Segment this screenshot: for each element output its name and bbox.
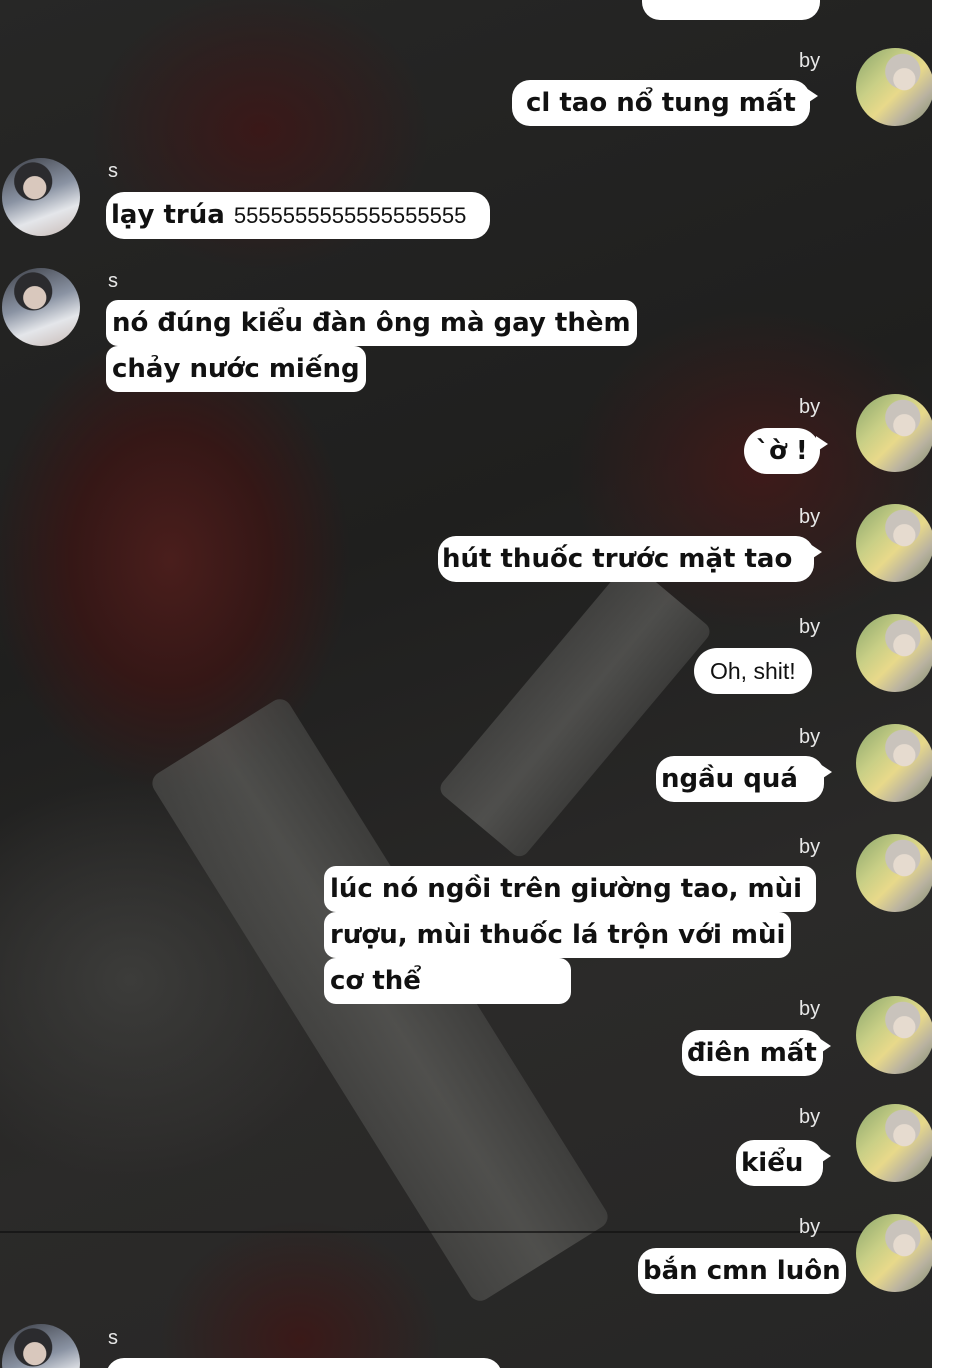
- sender-name: by: [799, 726, 821, 748]
- sender-name: by: [799, 1216, 821, 1238]
- sender-name: by: [799, 998, 821, 1020]
- message-text: hút thuốc trước mặt tao: [442, 544, 793, 574]
- background-cigarette-pack: [436, 559, 714, 861]
- message-text: bắn cmn luôn: [643, 1256, 841, 1286]
- sender-name: s: [108, 270, 118, 292]
- sender-name: by: [799, 50, 821, 72]
- sender-name: by: [799, 396, 821, 418]
- message-bubble[interactable]: hút thuốc trước mặt tao: [438, 536, 823, 582]
- message-bubble[interactable]: lạy trúa 5555555555555555555: [106, 192, 491, 239]
- user-avatar[interactable]: [856, 1214, 932, 1292]
- message-bubble[interactable]: kiểu: [736, 1140, 832, 1186]
- chat-screen: by cl tao nổ tung mất s lạy trúa 5555555…: [0, 0, 932, 1368]
- sender-name: by: [799, 1106, 821, 1128]
- message-line: nó đúng kiểu đàn ông mà gay thèm: [106, 300, 637, 346]
- message-line: rượu, mùi thuốc lá trộn với mùi: [324, 912, 792, 958]
- message-text: kiểu: [741, 1148, 804, 1178]
- sender-name: s: [108, 160, 118, 182]
- message-bubble[interactable]: `ờ !: [744, 428, 828, 474]
- message-bubble[interactable]: [106, 1358, 502, 1368]
- message-line: cơ thể: [324, 958, 571, 1004]
- sender-name: by: [799, 836, 821, 858]
- user-avatar[interactable]: [856, 724, 932, 802]
- message-text: `ờ !: [756, 436, 808, 466]
- message-bubble[interactable]: cl tao nổ tung mất: [512, 80, 818, 126]
- message-laugh-text: 5555555555555555555: [233, 203, 467, 228]
- page-divider: [0, 1231, 932, 1233]
- message-line: lúc nó ngồi trên giường tao, mùi: [324, 866, 817, 912]
- user-avatar[interactable]: [856, 48, 932, 126]
- message-bubble[interactable]: nó đúng kiểu đàn ông mà gay thèm chảy nư…: [106, 300, 637, 392]
- contact-avatar[interactable]: [2, 158, 80, 236]
- message-bubble[interactable]: lúc nó ngồi trên giường tao, mùi rượu, m…: [324, 866, 817, 1004]
- message-bubble[interactable]: bắn cmn luôn: [638, 1248, 846, 1294]
- message-text: ngầu quá: [661, 764, 798, 794]
- message-text: điên mất: [687, 1038, 817, 1068]
- sender-name: by: [799, 616, 821, 638]
- user-avatar[interactable]: [856, 504, 932, 582]
- message-text: Oh, shit!: [710, 658, 796, 684]
- message-bubble[interactable]: điên mất: [682, 1030, 831, 1076]
- sender-name: s: [108, 1327, 118, 1349]
- message-line: chảy nước miếng: [106, 346, 366, 392]
- message-text: cl tao nổ tung mất: [526, 88, 796, 118]
- user-avatar[interactable]: [856, 614, 932, 692]
- contact-avatar[interactable]: [2, 268, 80, 346]
- sender-name: by: [799, 506, 821, 528]
- user-avatar[interactable]: [856, 1104, 932, 1182]
- contact-avatar[interactable]: [2, 1324, 80, 1368]
- user-avatar[interactable]: [856, 834, 932, 912]
- message-bubble[interactable]: Oh, shit!: [694, 648, 812, 694]
- user-avatar[interactable]: [856, 394, 932, 472]
- page-margin: [932, 0, 954, 1368]
- partial-message-bubble[interactable]: [642, 0, 820, 20]
- message-bubble[interactable]: ngầu quá: [656, 756, 832, 802]
- user-avatar[interactable]: [856, 996, 932, 1074]
- message-text: lạy trúa: [111, 200, 225, 230]
